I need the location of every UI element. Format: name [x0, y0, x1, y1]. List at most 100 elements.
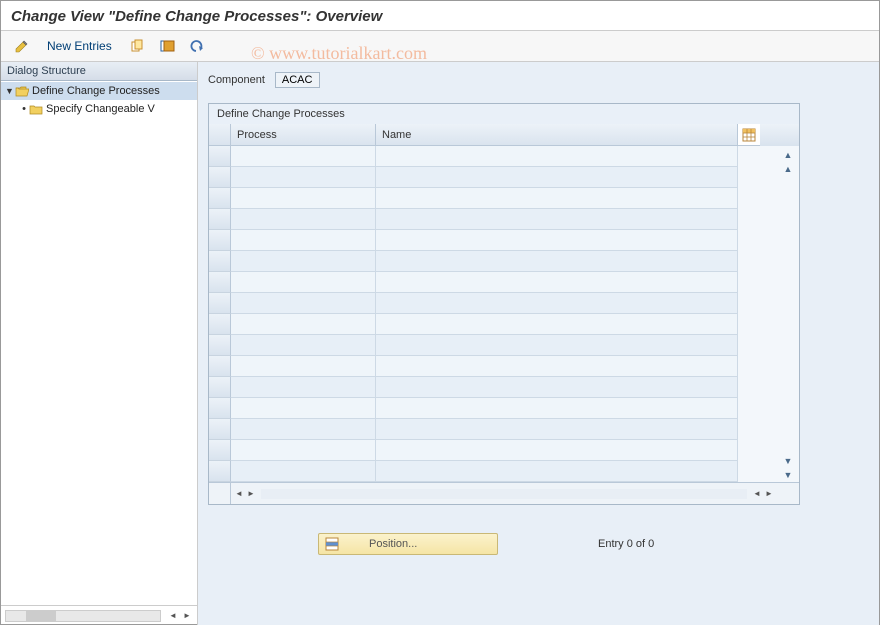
edit-icon[interactable] — [9, 35, 35, 57]
cell-name[interactable] — [376, 293, 738, 314]
vertical-scrollbar[interactable]: ▲ ▲ ▼ ▼ — [777, 146, 799, 482]
row-selector[interactable] — [209, 335, 231, 356]
table-row[interactable] — [209, 230, 777, 251]
row-selector[interactable] — [209, 188, 231, 209]
scroll-right-icon[interactable]: ► — [181, 610, 193, 622]
row-selector[interactable] — [209, 398, 231, 419]
row-selector[interactable] — [209, 377, 231, 398]
row-selector[interactable] — [209, 272, 231, 293]
row-selector[interactable] — [209, 461, 231, 482]
cell-name[interactable] — [376, 146, 738, 167]
component-field-row: Component ACAC — [208, 72, 869, 88]
grid-title: Define Change Processes — [209, 104, 799, 124]
cell-process[interactable] — [231, 146, 376, 167]
cell-name[interactable] — [376, 188, 738, 209]
cell-name[interactable] — [376, 167, 738, 188]
row-selector[interactable] — [209, 419, 231, 440]
cell-name[interactable] — [376, 314, 738, 335]
cell-name[interactable] — [376, 356, 738, 377]
row-selector[interactable] — [209, 167, 231, 188]
table-row[interactable] — [209, 167, 777, 188]
cell-process[interactable] — [231, 209, 376, 230]
table-row[interactable] — [209, 335, 777, 356]
grid-hscroll-track[interactable] — [261, 489, 747, 499]
table-row[interactable] — [209, 398, 777, 419]
table-row[interactable] — [209, 377, 777, 398]
table-row[interactable] — [209, 293, 777, 314]
undo-icon[interactable] — [184, 35, 210, 57]
table-row[interactable] — [209, 440, 777, 461]
cell-name[interactable] — [376, 272, 738, 293]
row-selector[interactable] — [209, 440, 231, 461]
tree-node-define-change-processes[interactable]: ▼ Define Change Processes — [1, 82, 197, 100]
cell-name[interactable] — [376, 419, 738, 440]
cell-process[interactable] — [231, 251, 376, 272]
grid-rows — [209, 146, 777, 482]
select-all-header[interactable] — [209, 124, 231, 146]
cell-process[interactable] — [231, 293, 376, 314]
cell-name[interactable] — [376, 440, 738, 461]
cell-name[interactable] — [376, 230, 738, 251]
cell-name[interactable] — [376, 209, 738, 230]
cell-name[interactable] — [376, 335, 738, 356]
cell-process[interactable] — [231, 398, 376, 419]
table-row[interactable] — [209, 188, 777, 209]
scroll-left-icon[interactable]: ◄ — [167, 610, 179, 622]
row-selector[interactable] — [209, 230, 231, 251]
table-row[interactable] — [209, 209, 777, 230]
cell-process[interactable] — [231, 272, 376, 293]
cell-process[interactable] — [231, 377, 376, 398]
table-settings-icon[interactable] — [738, 124, 760, 146]
grid-hscroll[interactable]: ◄ ► ◄ ► — [231, 488, 777, 500]
table-row[interactable] — [209, 146, 777, 167]
column-header-process[interactable]: Process — [231, 124, 376, 146]
table-row[interactable] — [209, 419, 777, 440]
row-selector[interactable] — [209, 146, 231, 167]
table-row[interactable] — [209, 356, 777, 377]
tree-node-specify-changeable[interactable]: • Specify Changeable V — [1, 100, 197, 118]
cell-process[interactable] — [231, 461, 376, 482]
copy-icon[interactable] — [124, 35, 150, 57]
cell-name[interactable] — [376, 398, 738, 419]
scroll-down2-icon[interactable]: ▼ — [781, 454, 795, 468]
cell-process[interactable] — [231, 419, 376, 440]
cell-name[interactable] — [376, 377, 738, 398]
cell-process[interactable] — [231, 335, 376, 356]
position-button[interactable]: Position... — [318, 533, 498, 555]
delete-icon[interactable] — [154, 35, 180, 57]
hscroll-track[interactable] — [5, 610, 161, 622]
row-selector[interactable] — [209, 314, 231, 335]
position-icon — [325, 537, 339, 551]
sidebar-scrollbar[interactable]: ◄ ► — [1, 605, 197, 625]
cell-name[interactable] — [376, 251, 738, 272]
row-selector[interactable] — [209, 209, 231, 230]
row-selector[interactable] — [209, 356, 231, 377]
hscroll-thumb[interactable] — [26, 611, 56, 621]
scroll-up2-icon[interactable]: ▲ — [781, 162, 795, 176]
grid-scroll-right-icon[interactable]: ► — [245, 488, 257, 500]
scroll-down-icon[interactable]: ▼ — [781, 468, 795, 482]
new-entries-button[interactable]: New Entries — [39, 39, 120, 53]
grid-header: Process Name — [209, 124, 799, 146]
table-row[interactable] — [209, 251, 777, 272]
grid-footer: ◄ ► ◄ ► — [209, 482, 799, 504]
grid-scroll-left-icon[interactable]: ◄ — [233, 488, 245, 500]
cell-name[interactable] — [376, 461, 738, 482]
component-value[interactable]: ACAC — [275, 72, 320, 88]
table-row[interactable] — [209, 272, 777, 293]
cell-process[interactable] — [231, 230, 376, 251]
cell-process[interactable] — [231, 167, 376, 188]
cell-process[interactable] — [231, 440, 376, 461]
grid-scroll-right2-icon[interactable]: ► — [763, 488, 775, 500]
table-row[interactable] — [209, 314, 777, 335]
column-header-name[interactable]: Name — [376, 124, 738, 146]
cell-process[interactable] — [231, 188, 376, 209]
scroll-up-icon[interactable]: ▲ — [781, 148, 795, 162]
cell-process[interactable] — [231, 356, 376, 377]
cell-process[interactable] — [231, 314, 376, 335]
grid-scroll-left2-icon[interactable]: ◄ — [751, 488, 763, 500]
row-selector[interactable] — [209, 293, 231, 314]
expand-arrow-icon[interactable]: ▼ — [5, 86, 15, 96]
row-selector[interactable] — [209, 251, 231, 272]
table-row[interactable] — [209, 461, 777, 482]
